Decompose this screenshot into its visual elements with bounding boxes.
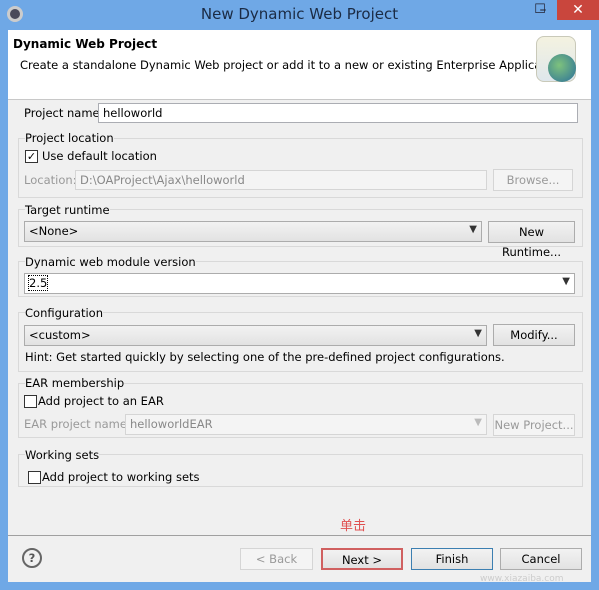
new-project-button[interactable]: New Project...: [493, 414, 575, 436]
ear-membership-label: EAR membership: [25, 376, 125, 390]
ear-name-label: EAR project name:: [24, 417, 131, 431]
chevron-down-icon: ▼: [562, 276, 570, 287]
add-to-ear-checkbox[interactable]: [24, 395, 37, 408]
chevron-down-icon: ▼: [474, 328, 482, 339]
back-button[interactable]: < Back: [240, 548, 313, 570]
chevron-down-icon: ▼: [474, 417, 482, 428]
next-button[interactable]: Next >: [321, 548, 403, 570]
working-sets-label: Working sets: [25, 448, 100, 462]
location-label: Location:: [24, 173, 77, 187]
add-to-working-sets-checkbox[interactable]: [28, 471, 41, 484]
page-description: Create a standalone Dynamic Web project …: [20, 58, 568, 72]
close-button[interactable]: ✕: [557, 0, 599, 20]
target-runtime-select[interactable]: <None> ▼: [24, 221, 482, 242]
cancel-button[interactable]: Cancel: [500, 548, 582, 570]
module-version-value: 2.5: [27, 275, 49, 291]
maximize-button[interactable]: ☐: [528, 2, 552, 22]
footer-separator: [8, 535, 591, 536]
location-input[interactable]: D:\OAProject\Ajax\helloworld: [75, 170, 487, 190]
globe-icon: [548, 54, 576, 82]
click-annotation: 单击: [340, 519, 367, 534]
use-default-location-label: Use default location: [42, 149, 157, 163]
configuration-value: <custom>: [29, 328, 91, 342]
project-name-label: Project name:: [24, 106, 104, 120]
ear-name-select[interactable]: helloworldEAR ▼: [125, 414, 487, 435]
watermark: www.xiazaiba.com: [480, 574, 564, 584]
target-runtime-value: <None>: [29, 224, 79, 238]
module-version-select[interactable]: 2.5 ▼: [24, 273, 575, 294]
help-icon[interactable]: ?: [22, 548, 42, 568]
configuration-hint: Hint: Get started quickly by selecting o…: [25, 350, 505, 364]
browse-button[interactable]: Browse...: [493, 169, 573, 191]
project-location-label: Project location: [25, 131, 114, 145]
configuration-label: Configuration: [25, 306, 103, 320]
ear-name-value: helloworldEAR: [130, 417, 213, 431]
page-title: Dynamic Web Project: [13, 37, 158, 51]
use-default-location-checkbox[interactable]: ✓: [25, 150, 38, 163]
module-version-label: Dynamic web module version: [25, 255, 196, 269]
new-runtime-button[interactable]: New Runtime...: [488, 221, 575, 259]
modify-button[interactable]: Modify...: [493, 324, 575, 346]
target-runtime-label: Target runtime: [25, 203, 110, 217]
chevron-down-icon: ▼: [469, 224, 477, 235]
add-to-ear-label: Add project to an EAR: [38, 394, 164, 408]
finish-button[interactable]: Finish: [411, 548, 493, 570]
add-to-working-sets-label: Add project to working sets: [42, 470, 200, 484]
window-title: New Dynamic Web Project: [200, 5, 399, 23]
configuration-select[interactable]: <custom> ▼: [24, 325, 487, 346]
project-name-input[interactable]: helloworld: [98, 103, 578, 123]
